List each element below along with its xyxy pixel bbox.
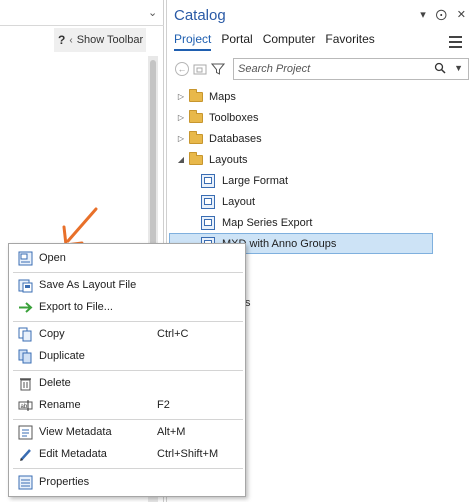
tree-item-maps[interactable]: ▷ Maps — [175, 86, 471, 107]
menu-item-copy[interactable]: Copy Ctrl+C — [9, 323, 245, 345]
help-icon[interactable]: ? — [58, 33, 65, 47]
menu-separator — [13, 370, 243, 371]
tab-computer[interactable]: Computer — [263, 32, 316, 51]
catalog-title: Catalog — [174, 7, 226, 24]
tree-item-large-format[interactable]: Large Format — [175, 170, 471, 191]
menu-item-save-as-layout-file[interactable]: Save As Layout File — [9, 274, 245, 296]
menu-item-properties[interactable]: Properties — [9, 471, 245, 493]
menu-separator — [13, 321, 243, 322]
menu-separator — [13, 419, 243, 420]
chevron-down-icon[interactable]: ⌄ — [148, 6, 158, 19]
pane-controls: ▾ ⨀ ✕ — [420, 8, 466, 21]
menu-item-rename[interactable]: ab Rename F2 — [9, 394, 245, 416]
back-button[interactable]: ← — [173, 60, 191, 78]
tree-item-databases[interactable]: ▷ Databases — [175, 128, 471, 149]
tree-item-label: Maps — [209, 90, 236, 103]
tab-project[interactable]: Project — [174, 32, 212, 51]
export-arrow-icon — [17, 299, 33, 315]
copy-icon — [17, 326, 33, 342]
menu-item-open[interactable]: Open — [9, 247, 245, 269]
tab-favorites[interactable]: Favorites — [325, 32, 374, 51]
delete-icon — [17, 375, 33, 391]
duplicate-icon — [17, 348, 33, 364]
tree-item-label: Map Series Export — [222, 216, 313, 229]
show-toolbar-button[interactable]: ? ‹ Show Toolbar — [54, 28, 146, 52]
home-folder-icon — [193, 64, 207, 75]
menu-item-export-to-file[interactable]: Export to File... — [9, 296, 245, 318]
back-arrow-icon: ← — [175, 62, 189, 76]
tab-portal[interactable]: Portal — [221, 32, 252, 51]
folder-icon — [189, 151, 203, 165]
expand-arrow-icon[interactable]: ▷ — [175, 113, 187, 122]
catalog-tabs: Project Portal Computer Favorites — [174, 32, 375, 51]
menu-item-label: Duplicate — [39, 350, 85, 362]
menu-separator — [13, 272, 243, 273]
tree-item-label: Layouts — [209, 153, 248, 166]
pin-icon[interactable]: ⨀ — [436, 8, 447, 21]
context-menu: Open Save As Layout File Export to File.… — [8, 243, 246, 497]
collapse-arrow-icon[interactable]: ◢ — [175, 155, 187, 164]
edit-metadata-icon — [17, 446, 33, 462]
svg-text:ab: ab — [20, 404, 27, 410]
menu-item-duplicate[interactable]: Duplicate — [9, 345, 245, 367]
save-as-icon — [17, 277, 33, 293]
menu-item-label: View Metadata — [39, 426, 112, 438]
tree-item-label: Databases — [209, 132, 262, 145]
properties-icon — [17, 474, 33, 490]
menu-item-shortcut: Ctrl+Shift+M — [157, 448, 219, 460]
layout-icon — [201, 194, 215, 209]
search-input[interactable] — [238, 63, 428, 75]
tree-item-label: Toolboxes — [209, 111, 259, 124]
menu-item-label: Save As Layout File — [39, 279, 137, 291]
filter-button[interactable] — [209, 60, 227, 78]
layout-icon — [201, 173, 215, 188]
expand-arrow-icon[interactable]: ▷ — [175, 134, 187, 143]
pane-options-icon[interactable]: ▾ — [420, 8, 426, 21]
rename-icon: ab — [17, 397, 33, 413]
menu-item-shortcut: F2 — [157, 399, 170, 411]
folder-icon — [189, 88, 203, 102]
tree-item-label: Large Format — [222, 174, 289, 187]
search-icon[interactable] — [434, 62, 446, 74]
catalog-tree: ▷ Maps ▷ Toolboxes ▷ Databases ◢ Layouts… — [169, 86, 471, 254]
tree-item-layout[interactable]: Layout — [175, 191, 471, 212]
menu-item-label: Properties — [39, 476, 90, 488]
folder-icon — [189, 109, 203, 123]
tree-item-label: Layout — [222, 195, 256, 208]
menu-item-delete[interactable]: Delete — [9, 372, 245, 394]
menu-item-label: Delete — [39, 377, 71, 389]
menu-item-shortcut: Ctrl+C — [157, 328, 189, 340]
home-button[interactable] — [191, 60, 209, 78]
catalog-toolbar: ← ▼ — [173, 58, 469, 80]
menu-item-edit-metadata[interactable]: Edit Metadata Ctrl+Shift+M — [9, 443, 245, 465]
folder-icon — [189, 130, 203, 144]
menu-item-label: Export to File... — [39, 301, 113, 313]
chevron-left-icon: ‹ — [69, 34, 73, 46]
tree-item-toolboxes[interactable]: ▷ Toolboxes — [175, 107, 471, 128]
search-box[interactable]: ▼ — [233, 58, 469, 80]
menu-item-view-metadata[interactable]: View Metadata Alt+M — [9, 421, 245, 443]
search-dropdown-icon[interactable]: ▼ — [454, 63, 463, 73]
open-layout-icon — [17, 250, 33, 266]
menu-icon[interactable] — [449, 36, 462, 51]
view-metadata-icon — [17, 424, 33, 440]
menu-separator — [13, 468, 243, 469]
menu-item-label: Open — [39, 252, 66, 264]
layout-icon — [201, 215, 215, 230]
menu-item-label: Copy — [39, 328, 65, 340]
expand-arrow-icon[interactable]: ▷ — [175, 92, 187, 101]
filter-icon — [211, 63, 225, 75]
tree-item-map-series-export[interactable]: Map Series Export — [175, 212, 471, 233]
menu-item-label: Rename — [39, 399, 81, 411]
show-toolbar-label: Show Toolbar — [76, 34, 144, 46]
view-tab-strip: ⌄ — [0, 0, 164, 26]
tree-item-layouts[interactable]: ◢ Layouts — [175, 149, 471, 170]
close-icon[interactable]: ✕ — [457, 8, 466, 21]
menu-item-shortcut: Alt+M — [157, 426, 186, 438]
